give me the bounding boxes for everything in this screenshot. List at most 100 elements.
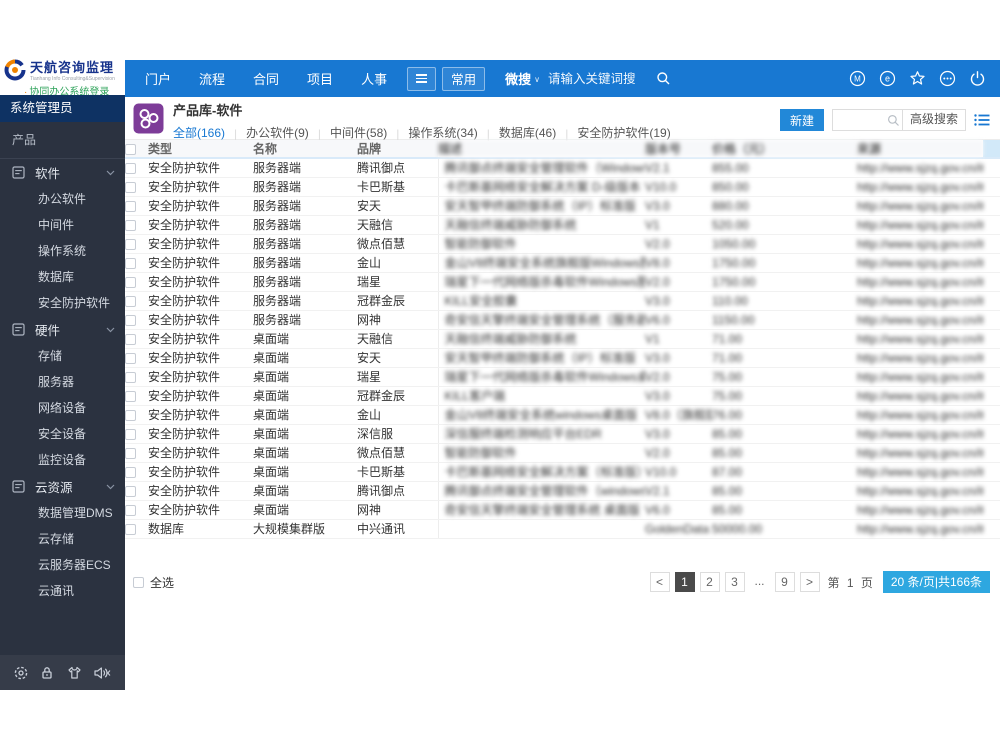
- row-checkbox[interactable]: [125, 504, 136, 516]
- table-row[interactable]: 安全防护软件 桌面端 网神 奇安信天擎终端安全管理系统 桌面版 V6.0 85.00 htt…: [125, 500, 1000, 520]
- table-row[interactable]: 安全防护软件服务器端网神奇安信天擎终端安全管理系统（服务器版）V6.01150.…: [125, 310, 1000, 330]
- nav-item-1[interactable]: 流程: [185, 69, 239, 88]
- sidebar-item-2-3[interactable]: 云通讯: [0, 578, 125, 604]
- table-row[interactable]: 数据库大规模集群版中兴通讯 GoldenData v...50000.00http…: [125, 519, 1000, 539]
- table-row[interactable]: 安全防护软件服务器端瑞星瑞星下一代网络版杀毒软件Windows服务器V2.017…: [125, 272, 1000, 292]
- row-checkbox[interactable]: [125, 163, 136, 175]
- column-header-2[interactable]: 品牌: [357, 140, 438, 159]
- row-checkbox[interactable]: [125, 181, 136, 193]
- sidebar-item-0-4[interactable]: 安全防护软件: [0, 290, 125, 316]
- power-icon[interactable]: [969, 70, 986, 87]
- more-ellipsis-icon[interactable]: [939, 70, 956, 87]
- table-row[interactable]: 安全防护软件 服务器端 微点佰慧 智能防御软件 V2.0 1050.00 http://ww…: [125, 234, 1000, 254]
- table-row[interactable]: 安全防护软件 桌面端 安天 安天智甲终端防御系统（IP）标准版 V3.0 71.00 htt…: [125, 348, 1000, 368]
- row-checkbox[interactable]: [125, 371, 136, 383]
- row-checkbox[interactable]: [125, 447, 136, 459]
- sidebar-item-1-2[interactable]: 网络设备: [0, 395, 125, 421]
- sidebar-item-0-1[interactable]: 中间件: [0, 212, 125, 238]
- new-button[interactable]: 新建: [779, 109, 824, 131]
- row-checkbox[interactable]: [125, 333, 136, 345]
- row-checkbox[interactable]: [125, 200, 136, 212]
- select-all-checkbox[interactable]: [133, 576, 144, 588]
- row-checkbox[interactable]: [125, 428, 136, 440]
- table-row[interactable]: 安全防护软件 服务器端 冠群金辰 KILL安全胶囊 V3.0 110.00 http://w…: [125, 291, 1000, 311]
- cell-brand: 金山: [357, 405, 438, 425]
- sound-speaker-icon[interactable]: [93, 665, 112, 681]
- table-row[interactable]: 安全防护软件桌面端腾讯御点腾讯御点终端安全管理软件（windows版）- V2.…: [125, 481, 1000, 501]
- theme-shirt-icon[interactable]: [66, 665, 83, 681]
- search-icon[interactable]: [887, 114, 900, 127]
- row-checkbox[interactable]: [125, 276, 136, 288]
- row-checkbox[interactable]: [125, 523, 136, 535]
- row-checkbox[interactable]: [125, 295, 136, 307]
- column-header-1[interactable]: 名称: [253, 140, 357, 159]
- column-header-0[interactable]: 类型: [148, 140, 253, 159]
- column-header-3[interactable]: 描述: [438, 140, 645, 159]
- nav-item-0[interactable]: 门户: [131, 69, 185, 88]
- row-checkbox[interactable]: [125, 314, 136, 326]
- row-checkbox[interactable]: [125, 257, 136, 269]
- sidebar-item-2-1[interactable]: 云存储: [0, 526, 125, 552]
- sidebar-group-2[interactable]: 云资源: [0, 473, 125, 500]
- list-view-icon[interactable]: [974, 113, 990, 127]
- table-row[interactable]: 安全防护软件 服务器端 安天 安天智甲终端防御系统（IP）标准版 V3.0 880.00 h…: [125, 196, 1000, 216]
- lock-icon[interactable]: [39, 665, 55, 681]
- nav-menu-button[interactable]: [407, 66, 437, 91]
- page-button-1[interactable]: 1: [674, 572, 695, 592]
- m-badge-icon[interactable]: M: [849, 70, 866, 87]
- select-all[interactable]: 全选: [133, 574, 174, 591]
- page-size-button[interactable]: 20 条/页|共166条: [882, 571, 990, 593]
- table-row[interactable]: 安全防护软件 桌面端 微点佰慧 智能防御软件 V2.0 85.00 http://www.s…: [125, 443, 1000, 463]
- sidebar-item-1-3[interactable]: 安全设备: [0, 421, 125, 447]
- table-row[interactable]: 安全防护软件桌面端瑞星瑞星下一代网络版杀毒软件Windows桌面端V2.075.…: [125, 367, 1000, 387]
- table-row[interactable]: 安全防护软件桌面端金山金山V8终端安全系统windows桌面版V8.0（旗舰版）…: [125, 405, 1000, 425]
- page-button-3[interactable]: 3: [724, 572, 745, 592]
- nav-item-4[interactable]: 人事: [347, 69, 401, 88]
- sidebar-item-1-4[interactable]: 监控设备: [0, 447, 125, 473]
- sidebar-group-0[interactable]: 软件: [0, 159, 125, 186]
- nav-item-3[interactable]: 项目: [293, 69, 347, 88]
- settings-gear-icon[interactable]: [13, 665, 29, 681]
- sidebar-item-1-1[interactable]: 服务器: [0, 369, 125, 395]
- column-header-4[interactable]: 版本号: [645, 140, 712, 159]
- page-button-2[interactable]: 2: [699, 572, 720, 592]
- row-checkbox[interactable]: [125, 390, 136, 402]
- row-checkbox[interactable]: [125, 352, 136, 364]
- sidebar-item-0-0[interactable]: 办公软件: [0, 186, 125, 212]
- row-checkbox[interactable]: [125, 409, 136, 421]
- favorite-star-icon[interactable]: [909, 70, 926, 87]
- sidebar-item-2-0[interactable]: 数据管理DMS: [0, 500, 125, 526]
- search-icon[interactable]: [656, 71, 671, 86]
- table-row[interactable]: 安全防护软件 服务器端 卡巴斯基 卡巴斯基网络安全解决方案 D-级版本 V10.0 850…: [125, 177, 1000, 197]
- sidebar-item-0-3[interactable]: 数据库: [0, 264, 125, 290]
- row-checkbox[interactable]: [125, 238, 136, 250]
- column-header-6[interactable]: 来源: [857, 140, 983, 159]
- nav-item-common[interactable]: 常用: [442, 66, 486, 91]
- table-search-input[interactable]: [832, 110, 885, 130]
- e-badge-icon[interactable]: e: [879, 70, 896, 87]
- sidebar-item-1-0[interactable]: 存储: [0, 343, 125, 369]
- header-checkbox[interactable]: [125, 143, 136, 155]
- table-row[interactable]: 安全防护软件 桌面端 天融信 天融信终端威胁防御系统 V1 71.00 http://www…: [125, 329, 1000, 349]
- role-bar[interactable]: 系统管理员: [0, 95, 125, 122]
- row-checkbox[interactable]: [125, 485, 136, 497]
- table-row[interactable]: 安全防护软件 服务器端 天融信 天融信终端威胁防御系统 V1 520.00 http://w…: [125, 215, 1000, 235]
- row-checkbox[interactable]: [125, 466, 136, 478]
- table-row[interactable]: 安全防护软件服务器端金山金山V8终端安全系统旗舰版Windows服务器V8.01…: [125, 253, 1000, 273]
- micro-search-label[interactable]: 微搜: [505, 69, 531, 88]
- nav-item-2[interactable]: 合同: [239, 69, 293, 88]
- table-row[interactable]: 安全防护软件 桌面端 冠群金辰 KILL客户端 V3.0 75.00 http://www.…: [125, 386, 1000, 406]
- sidebar-item-0-2[interactable]: 操作系统: [0, 238, 125, 264]
- table-row[interactable]: 安全防护软件 桌面端 深信服 深信服终端检测响应平台EDR V3.0 85.00 http:…: [125, 424, 1000, 444]
- row-checkbox[interactable]: [125, 219, 136, 231]
- table-row[interactable]: 安全防护软件服务器端腾讯御点腾讯御点终端安全管理软件（Windows版）V2.1…: [125, 158, 1000, 178]
- sidebar-item-2-2[interactable]: 云服务器ECS: [0, 552, 125, 578]
- page-button-9[interactable]: 9: [774, 572, 795, 592]
- keyword-search-input[interactable]: [547, 71, 656, 86]
- page-prev-button[interactable]: <: [649, 572, 670, 592]
- column-header-5[interactable]: 价格（元）: [712, 140, 857, 159]
- advanced-search-button[interactable]: 高级搜索: [901, 109, 965, 131]
- page-next-button[interactable]: >: [799, 572, 820, 592]
- sidebar-group-1[interactable]: 硬件: [0, 316, 125, 343]
- table-row[interactable]: 安全防护软件桌面端卡巴斯基卡巴斯基网络安全解决方案（标准版）- KESV10.0…: [125, 462, 1000, 482]
